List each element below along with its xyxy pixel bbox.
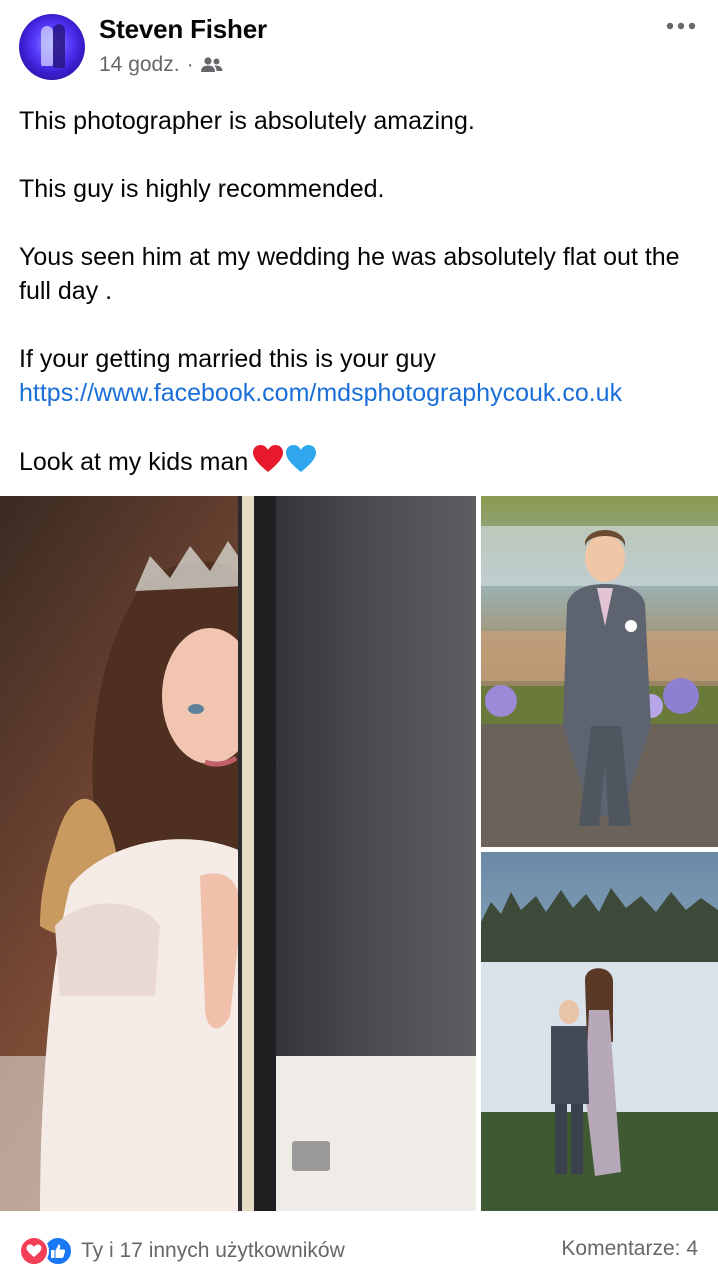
post-line-2: This guy is highly recommended.: [19, 175, 385, 203]
post-line-1: This photographer is absolutely amazing.: [19, 107, 475, 135]
love-reaction-icon: [19, 1236, 49, 1266]
post-link[interactable]: https://www.facebook.com/mdsphotographyc…: [19, 379, 622, 407]
post-line-4: If your getting married this is your guy: [19, 345, 436, 373]
photo-girl-tiara[interactable]: [0, 496, 476, 1211]
author-name[interactable]: Steven Fisher: [99, 14, 267, 45]
more-options-icon[interactable]: [664, 16, 698, 36]
reactions-text[interactable]: Ty i 17 innych użytkowników: [81, 1239, 345, 1263]
photo-boy-suit[interactable]: [481, 496, 718, 847]
reactions-summary[interactable]: Ty i 17 innych użytkowników: [19, 1236, 345, 1266]
post-text: This photographer is absolutely amazing.…: [19, 104, 699, 483]
post-line-3: Yous seen him at my wedding he was absol…: [19, 243, 680, 305]
post-time[interactable]: 14 godz.: [99, 53, 180, 77]
friends-icon[interactable]: [200, 56, 224, 74]
heart-emojis: [252, 444, 318, 483]
comments-count[interactable]: Komentarze: 4: [561, 1237, 698, 1261]
post-footer: Ty i 17 innych użytkowników Komentarze: …: [0, 1212, 718, 1280]
meta-separator: ·: [186, 53, 194, 76]
avatar[interactable]: [19, 14, 85, 80]
red-and-blue-heart-icons: [253, 445, 317, 472]
photo-boy-and-woman-lake[interactable]: [481, 852, 718, 1211]
post-line-5: Look at my kids man: [19, 444, 699, 483]
post-meta: 14 godz. ·: [99, 53, 224, 77]
post-header: Steven Fisher 14 godz. ·: [0, 0, 718, 96]
